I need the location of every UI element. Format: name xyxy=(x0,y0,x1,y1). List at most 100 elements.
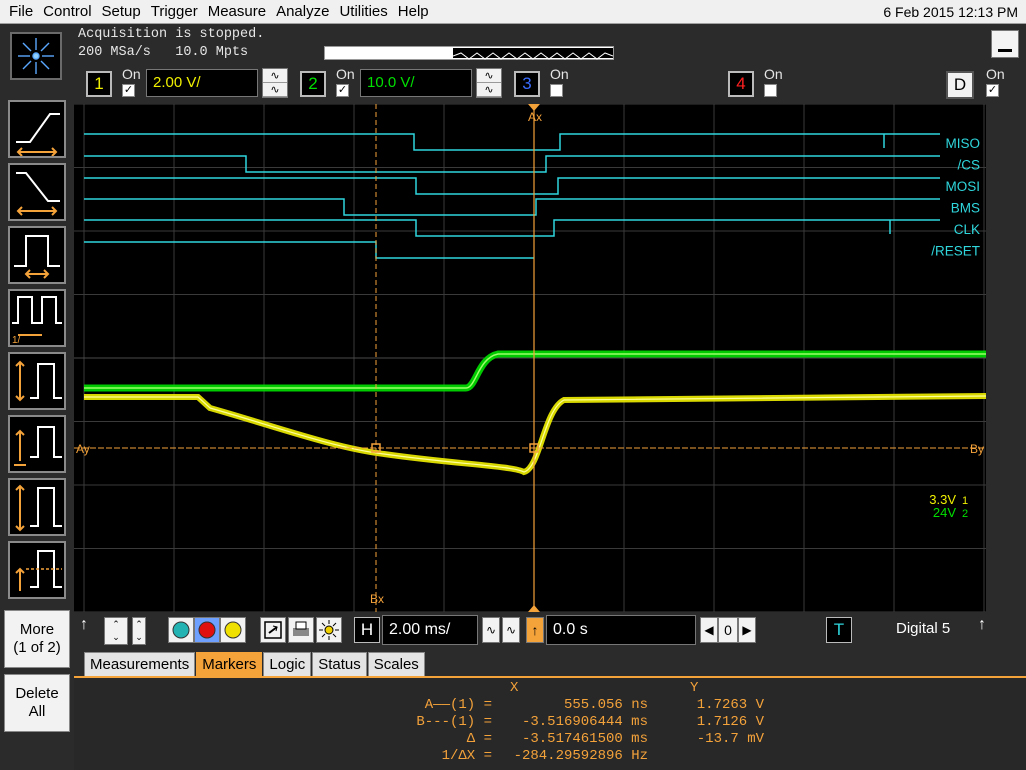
delay-right-icon[interactable]: ▶ xyxy=(738,617,756,643)
trigger-button[interactable]: T xyxy=(826,617,852,643)
frequency-measure-icon[interactable]: 1/ xyxy=(8,289,66,347)
channel-4-checkbox[interactable] xyxy=(764,84,777,97)
scroll-small-icon[interactable]: ⌃ ⌄ xyxy=(132,617,146,645)
channel-2-coupling[interactable]: ∿ ∿ xyxy=(476,68,502,98)
channel-4-button[interactable]: 4 xyxy=(728,71,754,97)
acquisition-window-bar xyxy=(324,46,614,60)
keysight-logo-icon[interactable] xyxy=(10,32,62,80)
dc-coupling-icon: ∿ xyxy=(263,83,287,97)
menu-help[interactable]: Help xyxy=(393,0,434,24)
channel-2-button[interactable]: 2 xyxy=(300,71,326,97)
average-measure-icon[interactable] xyxy=(8,541,66,599)
delay-ref-icon[interactable]: ↑ xyxy=(526,617,544,643)
timebase-dc-icon[interactable]: ∿ xyxy=(502,617,520,643)
menu-setup[interactable]: Setup xyxy=(97,0,146,24)
delay-field[interactable]: 0.0 s xyxy=(546,615,696,645)
markers-col-x: X xyxy=(510,680,519,696)
digital-label-mosi: MOSI xyxy=(945,179,980,194)
displayed-window xyxy=(452,48,614,60)
marker-b-label: B---(1) = xyxy=(416,714,492,730)
digital-trace-cs xyxy=(84,155,940,173)
channel-1-button[interactable]: 1 xyxy=(86,71,112,97)
scroll-updown-icon[interactable]: ⌃ ⌄ xyxy=(104,617,128,645)
tab-measurements[interactable]: Measurements xyxy=(84,652,196,676)
marker-up-icon[interactable]: ↑ xyxy=(80,616,88,634)
marker-by-label: By xyxy=(970,442,984,456)
timebase-ac-icon[interactable]: ∿ xyxy=(482,617,500,643)
menu-utilities[interactable]: Utilities xyxy=(334,0,392,24)
digital-checkbox[interactable]: ✓ xyxy=(986,84,999,97)
left-tool-panel: 1/ More (1 of 2) Delete All xyxy=(0,24,74,770)
more-page-label: (1 of 2) xyxy=(13,639,61,656)
ch-yellow-color-icon[interactable] xyxy=(220,617,246,643)
tab-scales[interactable]: Scales xyxy=(367,652,425,676)
waveform-svg: MISO0/CS1MOSI3BMS2CLK4/RESET5AxBxAyBy3.3… xyxy=(74,103,996,613)
ch-cyan-color-icon[interactable] xyxy=(168,617,194,643)
marker-a-y: 1.7263 V xyxy=(696,697,764,713)
channel-2-checkbox[interactable]: ✓ xyxy=(336,84,349,97)
channel-1-on-label: On xyxy=(122,66,141,82)
trigger-edge-icon[interactable]: ↑ xyxy=(978,616,986,634)
tab-status[interactable]: Status xyxy=(312,652,367,676)
ac-coupling-icon: ∿ xyxy=(477,69,501,83)
minimize-icon xyxy=(991,30,1019,58)
marker-delta-label: Δ = xyxy=(466,731,492,747)
refresh-icon[interactable] xyxy=(260,617,286,643)
menu-control[interactable]: Control xyxy=(38,0,96,24)
pulse-width-measure-icon[interactable] xyxy=(8,226,66,284)
trigger-source[interactable]: Digital 5 xyxy=(896,620,950,637)
ch-red-color-icon[interactable] xyxy=(194,617,220,643)
marker-bx-label: Bx xyxy=(370,592,384,606)
digital-label-bms: BMS xyxy=(951,201,980,216)
delete-label: Delete xyxy=(15,685,59,702)
channel-4-on-label: On xyxy=(764,66,783,82)
timebase-field[interactable]: 2.00 ms/ xyxy=(382,615,478,645)
channel-1-scale[interactable]: 2.00 V/ xyxy=(146,69,258,97)
channel-2-scale[interactable]: 10.0 V/ xyxy=(360,69,472,97)
markers-col-y: Y xyxy=(690,680,699,696)
marker-a-x: 555.056 ns xyxy=(563,697,648,713)
menu-trigger[interactable]: Trigger xyxy=(146,0,203,24)
marker-ax-bottom-arrow xyxy=(528,605,540,612)
delay-ref-button[interactable]: 0 xyxy=(718,617,738,643)
digital-label-cs: /CS xyxy=(957,158,980,173)
top-level-measure-icon[interactable] xyxy=(8,415,66,473)
tab-logic[interactable]: Logic xyxy=(263,652,312,676)
channel-1-coupling[interactable]: ∿ ∿ xyxy=(262,68,288,98)
ch2-offset-label: 24V xyxy=(933,505,956,520)
oscilloscope-window: File Control Setup Trigger Measure Analy… xyxy=(0,0,1026,770)
menu-analyze[interactable]: Analyze xyxy=(271,0,334,24)
rise-time-measure-icon[interactable] xyxy=(8,100,66,158)
digital-label-reset: /RESET xyxy=(931,244,980,259)
analog-trace-ch1 xyxy=(84,393,987,476)
sample-rate: 200 MSa/s xyxy=(78,45,151,60)
digital-channels-button[interactable]: D xyxy=(946,71,974,99)
tab-markers[interactable]: Markers xyxy=(196,652,263,676)
channel-3-button[interactable]: 3 xyxy=(514,71,540,97)
channel-bar: 1 On ✓ 2.00 V/ ∿ ∿ 2 On ✓ 10.0 V/ ∿ ∿ 3 On… xyxy=(74,64,1026,104)
brightness-icon[interactable] xyxy=(316,617,342,643)
channel-3-checkbox[interactable] xyxy=(550,84,563,97)
digital-trace-clk xyxy=(84,219,940,237)
delete-all-button[interactable]: Delete All xyxy=(4,674,70,732)
channel-3-on-label: On xyxy=(550,66,569,82)
svg-text:1/: 1/ xyxy=(12,335,21,345)
digital-trace-reset xyxy=(84,241,534,259)
minimize-panel-button[interactable] xyxy=(986,24,1026,64)
print-icon[interactable] xyxy=(288,617,314,643)
marker-ay-label: Ay xyxy=(76,442,90,456)
more-button[interactable]: More (1 of 2) xyxy=(4,610,70,668)
peak-to-peak-measure-icon[interactable] xyxy=(8,478,66,536)
delay-left-icon[interactable]: ◀ xyxy=(700,617,718,643)
more-label: More xyxy=(19,621,55,638)
horizontal-button[interactable]: H xyxy=(354,617,380,643)
fall-time-measure-icon[interactable] xyxy=(8,163,66,221)
marker-ax-label: Ax xyxy=(528,110,542,124)
date-time: 6 Feb 2015 12:13 PM xyxy=(883,4,1018,20)
digital-trace-miso xyxy=(84,133,940,151)
waveform-display[interactable]: MISO0/CS1MOSI3BMS2CLK4/RESET5AxBxAyBy3.3… xyxy=(74,103,996,613)
channel-1-checkbox[interactable]: ✓ xyxy=(122,84,135,97)
menu-measure[interactable]: Measure xyxy=(203,0,271,24)
amplitude-measure-icon[interactable] xyxy=(8,352,66,410)
menu-file[interactable]: File xyxy=(0,0,38,24)
